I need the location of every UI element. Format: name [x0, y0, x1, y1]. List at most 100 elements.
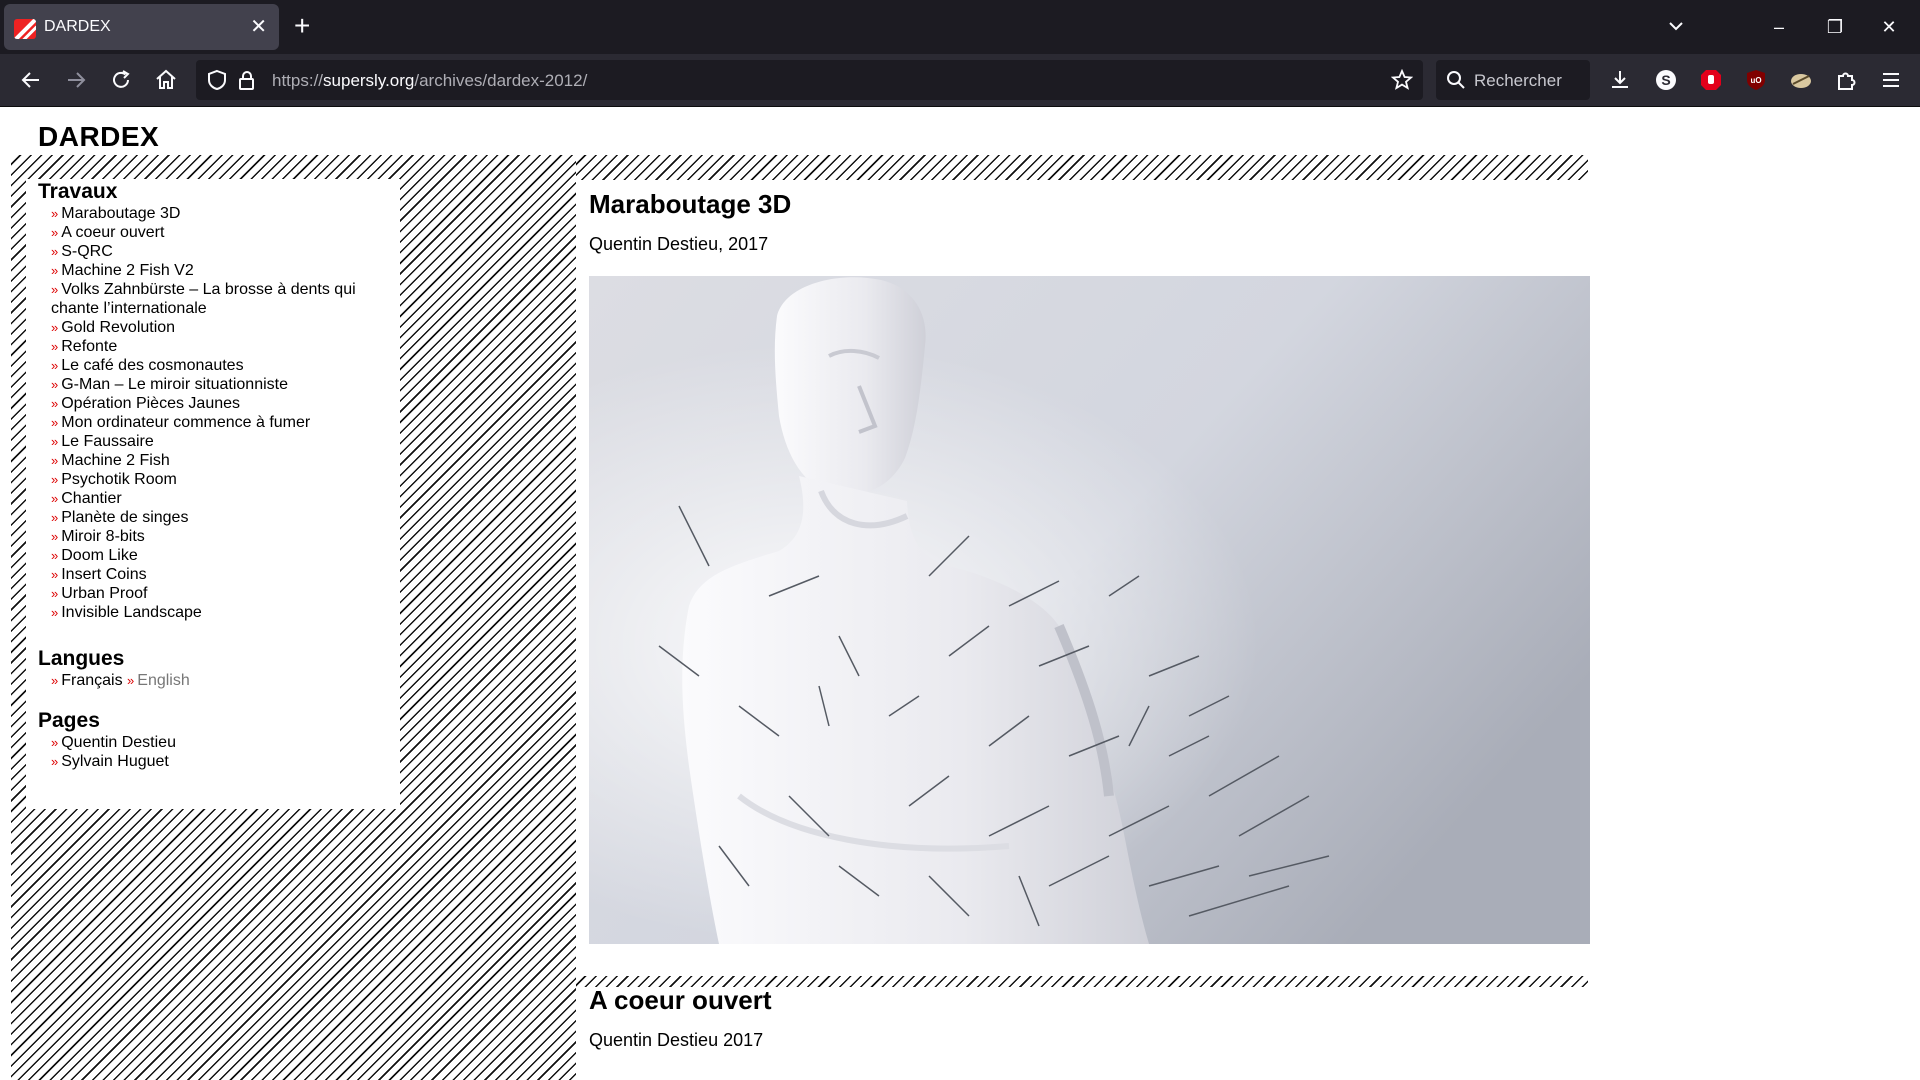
bullet: »: [51, 206, 59, 221]
works-item[interactable]: » Chantier: [51, 489, 381, 508]
works-item-link[interactable]: Insert Coins: [61, 566, 146, 583]
works-item[interactable]: » Urban Proof: [51, 584, 381, 603]
bookmark-star-icon[interactable]: [1391, 69, 1413, 91]
url-scheme: https://: [272, 71, 324, 90]
address-bar[interactable]: https://supersly.org/archives/dardex-201…: [196, 60, 1423, 100]
works-item-link[interactable]: A coeur ouvert: [61, 224, 164, 241]
striped-separator-top: [576, 155, 1588, 180]
pages-item-link[interactable]: Sylvain Huguet: [61, 753, 169, 770]
works-item[interactable]: » Doom Like: [51, 546, 381, 565]
post-meta: Quentin Destieu 2017: [589, 1030, 764, 1050]
works-item-link[interactable]: Doom Like: [61, 547, 137, 564]
minimize-icon[interactable]: –: [1764, 13, 1794, 41]
menu-hamburger-icon[interactable]: [1879, 68, 1903, 92]
works-item[interactable]: » Le café des cosmonautes: [51, 356, 381, 375]
svg-text:S: S: [1661, 72, 1670, 88]
restore-icon[interactable]: ❐: [1820, 13, 1850, 41]
tracking-shield-icon[interactable]: [206, 69, 228, 91]
svg-text:uO: uO: [1750, 76, 1761, 85]
works-item-link[interactable]: Opération Pièces Jaunes: [61, 395, 240, 412]
works-item[interactable]: » Miroir 8-bits: [51, 527, 381, 546]
adblock-hand-icon[interactable]: [1699, 68, 1723, 92]
works-item-link[interactable]: Refonte: [61, 338, 117, 355]
works-item[interactable]: » A coeur ouvert: [51, 223, 381, 242]
works-item-link[interactable]: Planète de singes: [61, 509, 188, 526]
post-title[interactable]: Maraboutage 3D: [589, 189, 791, 220]
home-icon[interactable]: [152, 66, 180, 94]
search-icon: [1447, 71, 1465, 89]
post-title[interactable]: A coeur ouvert: [589, 985, 772, 1016]
works-item[interactable]: » Planète de singes: [51, 508, 381, 527]
bullet: »: [51, 377, 59, 392]
site-title[interactable]: DARDEX: [38, 121, 159, 153]
colored-extension-icon[interactable]: [1789, 68, 1813, 92]
back-arrow-icon[interactable]: [17, 66, 45, 94]
extensions-puzzle-icon[interactable]: [1834, 68, 1858, 92]
works-item[interactable]: » Refonte: [51, 337, 381, 356]
bullet: »: [51, 735, 59, 750]
active-tab[interactable]: DARDEX ✕: [4, 4, 279, 50]
works-item-link[interactable]: Le café des cosmonautes: [61, 357, 243, 374]
close-window-icon[interactable]: ✕: [1874, 13, 1904, 41]
language-french-link[interactable]: Français: [61, 672, 122, 689]
search-placeholder: Rechercher: [1474, 71, 1562, 90]
works-item[interactable]: » Machine 2 Fish V2: [51, 261, 381, 280]
s-extension-icon[interactable]: S: [1654, 68, 1678, 92]
sculpture-photo[interactable]: [589, 276, 1590, 944]
works-item[interactable]: » Mon ordinateur commence à fumer: [51, 413, 381, 432]
works-item-link[interactable]: Mon ordinateur commence à fumer: [61, 414, 310, 431]
works-item[interactable]: » Psychotik Room: [51, 470, 381, 489]
downloads-icon[interactable]: [1608, 68, 1632, 92]
works-item[interactable]: » Gold Revolution: [51, 318, 381, 337]
works-item-link[interactable]: Chantier: [61, 490, 121, 507]
works-item[interactable]: » Insert Coins: [51, 565, 381, 584]
language-english-link[interactable]: English: [137, 672, 189, 689]
works-item-link[interactable]: Gold Revolution: [61, 319, 175, 336]
forward-arrow-icon[interactable]: [62, 66, 90, 94]
works-item[interactable]: » Volks Zahnbürste – La brosse à dents qu…: [51, 280, 381, 318]
bullet: »: [51, 673, 59, 688]
bullet: »: [51, 586, 59, 601]
works-item-link[interactable]: Psychotik Room: [61, 471, 177, 488]
works-item[interactable]: » Invisible Landscape: [51, 603, 381, 622]
reload-icon[interactable]: [107, 66, 135, 94]
works-item-link[interactable]: Le Faussaire: [61, 433, 154, 450]
works-item-link[interactable]: Miroir 8-bits: [61, 528, 145, 545]
works-item-link[interactable]: Urban Proof: [61, 585, 147, 602]
close-tab-icon[interactable]: ✕: [250, 14, 267, 39]
works-item[interactable]: » G-Man – Le miroir situationniste: [51, 375, 381, 394]
bullet: »: [51, 225, 59, 240]
pages-item-link[interactable]: Quentin Destieu: [61, 734, 176, 751]
tab-strip: DARDEX ✕ + – ❐ ✕: [0, 0, 1920, 54]
ublock-origin-icon[interactable]: uO: [1744, 68, 1768, 92]
works-item-link[interactable]: G-Man – Le miroir situationniste: [61, 376, 288, 393]
post-a-coeur-ouvert: A coeur ouvert Quentin Destieu 2017: [576, 985, 1588, 1080]
bullet: »: [127, 673, 135, 688]
works-item-link[interactable]: Machine 2 Fish: [61, 452, 170, 469]
works-item-link[interactable]: S-QRC: [61, 243, 113, 260]
works-item-link[interactable]: Volks Zahnbürste – La brosse à dents qui…: [51, 281, 356, 317]
works-item-link[interactable]: Invisible Landscape: [61, 604, 202, 621]
bullet: »: [51, 754, 59, 769]
works-item-link[interactable]: Machine 2 Fish V2: [61, 262, 194, 279]
page-viewport: DARDEX Travaux » Maraboutage 3D » A coeur …: [0, 107, 1920, 1080]
works-item-link[interactable]: Maraboutage 3D: [61, 205, 180, 222]
list-all-tabs-chevron-icon[interactable]: [1664, 14, 1688, 38]
works-item[interactable]: » Machine 2 Fish: [51, 451, 381, 470]
bullet: »: [51, 472, 59, 487]
sidebar: Travaux » Maraboutage 3D » A coeur ouvert …: [26, 179, 400, 809]
works-item[interactable]: » S-QRC: [51, 242, 381, 261]
works-item[interactable]: » Opération Pièces Jaunes: [51, 394, 381, 413]
post-meta: Quentin Destieu, 2017: [589, 234, 769, 254]
lock-icon[interactable]: [236, 69, 258, 91]
new-tab-icon[interactable]: +: [294, 10, 310, 42]
bullet: »: [51, 453, 59, 468]
url-text[interactable]: https://supersly.org/archives/dardex-201…: [272, 71, 587, 91]
works-item[interactable]: » Le Faussaire: [51, 432, 381, 451]
search-bar[interactable]: Rechercher: [1436, 60, 1590, 100]
pages-item[interactable]: » Sylvain Huguet: [51, 752, 381, 771]
tab-title: DARDEX: [44, 18, 111, 35]
site-favicon-icon: [14, 19, 36, 39]
works-item[interactable]: » Maraboutage 3D: [51, 204, 381, 223]
pages-item[interactable]: » Quentin Destieu: [51, 733, 381, 752]
